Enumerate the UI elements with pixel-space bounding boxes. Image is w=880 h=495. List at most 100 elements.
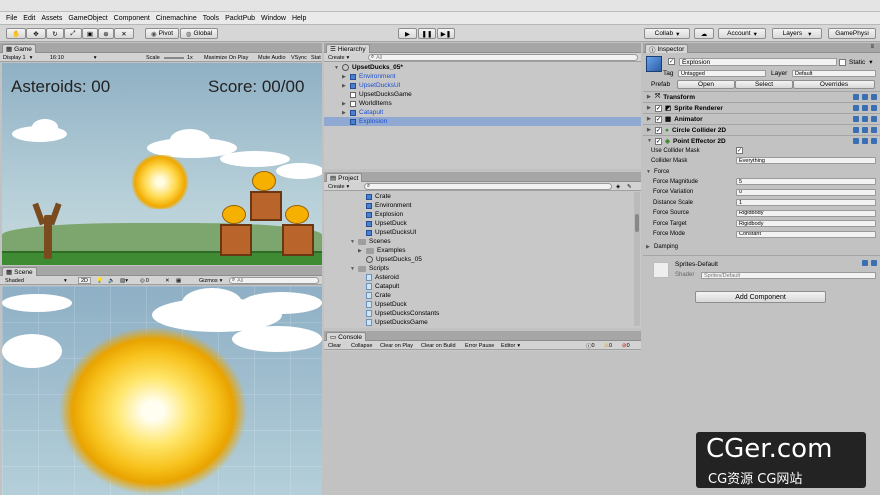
rotate-tool-button[interactable]: ↻: [46, 28, 64, 39]
scene-camera-button[interactable]: ✕: [165, 277, 170, 284]
collapse-arrow-icon[interactable]: ▶: [358, 248, 366, 254]
menu-packtpub[interactable]: PacktPub: [222, 15, 258, 22]
layers-dropdown[interactable]: Layers ▾: [772, 28, 822, 39]
console-collapse-button[interactable]: Collapse: [351, 342, 372, 349]
component-animator[interactable]: ▶ ✓ ▦ Animator: [643, 113, 880, 124]
project-create-dropdown[interactable]: Create ▾: [328, 183, 349, 190]
component-sprite-renderer[interactable]: ▶ ✓ ◩ Sprite Renderer: [643, 102, 880, 113]
help-icon[interactable]: [853, 138, 859, 144]
help-icon[interactable]: [862, 260, 868, 266]
expand-arrow-icon[interactable]: ▼: [350, 266, 358, 272]
preset-icon[interactable]: [862, 138, 868, 144]
hierarchy-item[interactable]: ▶ Catapult: [324, 108, 641, 117]
project-item[interactable]: UpsetDucks_05: [324, 255, 633, 264]
collapse-arrow-icon[interactable]: ▶: [342, 83, 350, 89]
material-actions[interactable]: [862, 260, 877, 266]
menu-gameobject[interactable]: GameObject: [65, 15, 110, 22]
project-item[interactable]: Crate: [324, 192, 633, 201]
checkmark-icon[interactable]: ✓: [655, 137, 662, 145]
project-item[interactable]: Explosion: [324, 210, 633, 219]
account-dropdown[interactable]: Account ▾: [718, 28, 766, 39]
preset-icon[interactable]: [862, 127, 868, 133]
help-icon[interactable]: [853, 127, 859, 133]
active-checkbox[interactable]: ✓: [668, 58, 678, 65]
hierarchy-search-input[interactable]: ⌕ All: [368, 54, 638, 61]
gear-icon[interactable]: [871, 138, 877, 144]
tab-scene[interactable]: ▦ Scene: [2, 267, 37, 276]
filter-type-button[interactable]: ◈: [616, 183, 620, 190]
component-actions[interactable]: [853, 138, 877, 144]
hierarchy-item[interactable]: UpsetDucksGame: [324, 90, 641, 99]
gizmos-dropdown[interactable]: Gizmos ▾: [199, 277, 222, 284]
lighting-toggle[interactable]: 💡: [96, 277, 103, 284]
damping-section-toggle[interactable]: ▶ Damping: [646, 242, 678, 251]
audio-toggle[interactable]: 🔈: [108, 277, 115, 284]
help-icon[interactable]: [853, 116, 859, 122]
add-component-button[interactable]: Add Component: [695, 291, 826, 303]
menu-help[interactable]: Help: [289, 15, 309, 22]
property-field[interactable]: Rigidbody: [736, 220, 876, 227]
help-icon[interactable]: [853, 94, 859, 100]
vsync-toggle[interactable]: VSync: [291, 54, 307, 61]
console-clear-button[interactable]: Clear: [328, 342, 341, 349]
rect-tool-button[interactable]: ▣: [82, 28, 98, 39]
project-item[interactable]: Catapult: [324, 282, 633, 291]
project-item[interactable]: UpsetDucksGame: [324, 318, 633, 327]
filter-label-button[interactable]: ✎: [627, 183, 632, 190]
prefab-overrides-dropdown[interactable]: Overrides: [793, 80, 875, 89]
component-transform[interactable]: ▶ ⤧ Transform: [643, 91, 880, 102]
prefab-open-button[interactable]: Open: [677, 80, 735, 89]
console-error-pause-button[interactable]: Error Pause: [465, 342, 494, 349]
preset-icon[interactable]: [862, 116, 868, 122]
component-actions[interactable]: [853, 127, 877, 133]
menu-window[interactable]: Window: [258, 15, 289, 22]
component-actions[interactable]: [853, 116, 877, 122]
hierarchy-item[interactable]: Explosion: [324, 117, 641, 126]
collapse-arrow-icon[interactable]: ▶: [342, 101, 350, 107]
property-field[interactable]: Rigidbody: [736, 209, 876, 217]
cloud-button[interactable]: ☁: [694, 28, 714, 39]
2d-toggle[interactable]: 2D: [78, 277, 92, 284]
property-field[interactable]: 5: [736, 178, 876, 185]
object-name-field[interactable]: Explosion: [679, 58, 837, 66]
scene-grid-button[interactable]: ▦: [176, 277, 181, 284]
checkmark-icon[interactable]: ✓: [655, 126, 662, 134]
step-button[interactable]: ▶❚: [437, 28, 455, 39]
game-viewport[interactable]: Asteroids: 00 Score: 00/00: [2, 63, 322, 265]
console-log-toggle[interactable]: ⓘ 0: [586, 342, 595, 350]
collab-dropdown[interactable]: Collab ▾: [644, 28, 690, 39]
shader-dropdown[interactable]: Sprites/Default: [701, 272, 876, 279]
preset-icon[interactable]: [862, 105, 868, 111]
project-search-input[interactable]: ⌕: [364, 183, 612, 190]
use-collider-mask-checkbox[interactable]: ✓: [736, 147, 746, 154]
menu-component[interactable]: Component: [111, 15, 153, 22]
tab-hierarchy[interactable]: ☰ Hierarchy: [326, 44, 370, 53]
hidden-objects-toggle[interactable]: ◎ 0: [140, 277, 149, 284]
scale-tool-button[interactable]: ⤢: [64, 28, 82, 39]
tab-project[interactable]: ▤ Project: [326, 173, 363, 182]
project-item[interactable]: ▼ Scenes: [324, 237, 633, 246]
project-item[interactable]: UpsetDucksConstants: [324, 309, 633, 318]
gear-icon[interactable]: [871, 94, 877, 100]
component-point-effector[interactable]: ▼ ✓ ◈ Point Effector 2D: [643, 135, 880, 146]
project-item[interactable]: ▶ Examples: [324, 246, 633, 255]
play-button[interactable]: ▶: [398, 28, 417, 39]
checkmark-icon[interactable]: ✓: [655, 115, 662, 123]
layout-dropdown[interactable]: GamePhysi: [828, 28, 876, 39]
console-log-area[interactable]: [324, 351, 641, 495]
checkmark-icon[interactable]: ✓: [655, 104, 662, 112]
gear-icon[interactable]: [871, 260, 877, 266]
custom-tool-button[interactable]: ✕: [114, 28, 134, 39]
property-field[interactable]: Constant: [736, 230, 876, 238]
maximize-on-play-toggle[interactable]: Maximize On Play: [204, 54, 248, 61]
pivot-toggle[interactable]: ◉ Pivot: [145, 28, 179, 39]
hierarchy-scene-root[interactable]: ▼ UpsetDucks_05*: [324, 63, 641, 72]
console-clear-on-build-button[interactable]: Clear on Build: [421, 342, 456, 349]
hierarchy-item[interactable]: ▶ Environment: [324, 72, 641, 81]
mute-audio-toggle[interactable]: Mute Audio: [258, 54, 286, 61]
property-field[interactable]: 1: [736, 199, 876, 206]
component-circle-collider[interactable]: ▶ ✓ ● Circle Collider 2D: [643, 124, 880, 135]
scene-search-input[interactable]: ⌕ All: [229, 277, 319, 284]
preset-icon[interactable]: [862, 94, 868, 100]
project-item[interactable]: UpsetDucksUI: [324, 228, 633, 237]
